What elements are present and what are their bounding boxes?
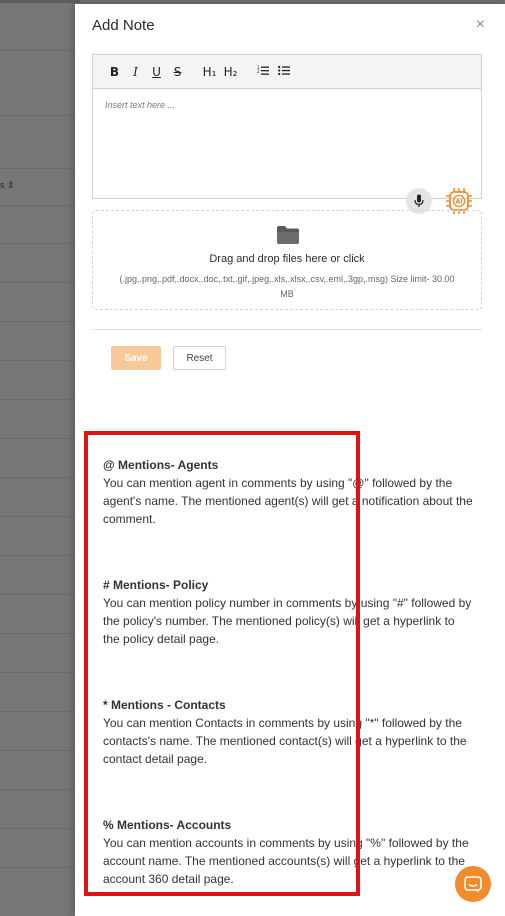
background-row-divider [0,789,80,790]
file-dropzone[interactable]: Drag and drop files here or click (.jpg,… [92,210,482,310]
background-top-bar [0,0,80,3]
ordered-list-icon[interactable]: 12 [252,65,273,79]
background-row-divider [0,867,80,868]
heading-2-button[interactable]: H₂ [220,65,241,79]
mention-accounts: % Mentions- Accounts You can mention acc… [103,816,473,888]
reset-button[interactable]: Reset [173,346,226,370]
background-row-divider [0,750,80,751]
italic-button[interactable]: I [125,65,146,79]
mention-description: You can mention policy number in comment… [103,596,472,646]
dropzone-file-types: (.jpg,.png,.pdf,.docx,.doc,.txt,.gif,.jp… [119,274,455,299]
mention-title: @ Mentions- Agents [103,458,219,472]
chat-widget-icon[interactable] [455,866,491,902]
background-row-divider [0,828,80,829]
bullet-list-icon[interactable] [273,65,294,79]
background-row-divider [0,360,80,361]
svg-text:AI: AI [455,198,462,206]
mention-title: * Mentions - Contacts [103,698,226,712]
background-row-divider [0,50,80,51]
background-row-divider [0,594,80,595]
background-row-divider [0,711,80,712]
heading-1-button[interactable]: H₁ [199,65,220,79]
dropzone-label: Drag and drop files here or click [209,253,365,265]
rich-text-editor: B I U S H₁ H₂ 12 Insert text here ... [92,54,482,199]
add-note-modal: Add Note × B I U S H₁ H₂ 12 Insert text … [75,4,505,916]
mention-contacts: * Mentions - Contacts You can mention Co… [103,696,473,768]
background-row-divider [0,438,80,439]
background-row-divider [0,633,80,634]
background-row-divider [0,243,80,244]
underline-button[interactable]: U [146,65,167,79]
folder-icon [276,225,300,250]
mention-description: You can mention accounts in comments by … [103,836,469,886]
strikethrough-button[interactable]: S [167,65,188,79]
close-button[interactable]: × [476,16,485,34]
background-row-divider [0,555,80,556]
background-row-divider [0,282,80,283]
mention-title: # Mentions- Policy [103,578,209,592]
background-row-divider [0,321,80,322]
mention-title: % Mentions- Accounts [103,818,232,832]
background-row-divider [0,399,80,400]
background-row-divider [0,115,80,116]
section-divider [92,329,482,330]
background-page: s ⇕ [0,0,80,916]
background-sort-label: s ⇕ [0,180,15,190]
mention-policy: # Mentions- Policy You can mention polic… [103,576,473,648]
background-row-divider [0,516,80,517]
background-row-divider [0,205,80,206]
save-button[interactable]: Save [111,346,161,370]
background-row-divider [0,672,80,673]
background-row-divider [0,477,80,478]
bold-button[interactable]: B [104,65,125,79]
mention-description: You can mention Contacts in comments by … [103,716,467,766]
mention-agents: @ Mentions- Agents You can mention agent… [103,456,473,528]
modal-title: Add Note [92,17,155,34]
background-row-divider [0,168,80,169]
editor-toolbar: B I U S H₁ H₂ 12 [93,55,481,89]
mention-description: You can mention agent in comments by usi… [103,476,473,526]
svg-text:2: 2 [257,69,260,74]
editor-text-area[interactable]: Insert text here ... [105,100,175,110]
